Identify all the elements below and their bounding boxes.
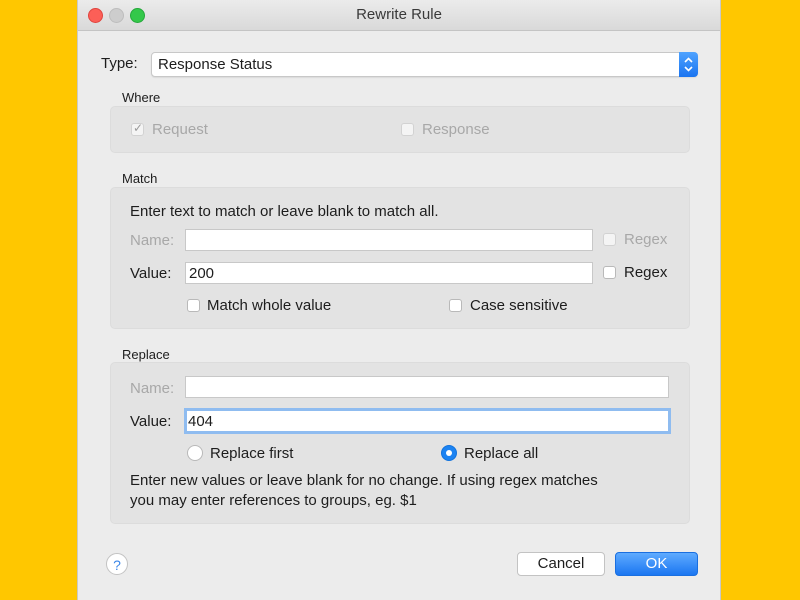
replace-section-title: Replace — [122, 347, 170, 362]
type-select-value: Response Status — [158, 56, 273, 73]
help-button[interactable]: ? — [106, 553, 128, 575]
cancel-button[interactable]: Cancel — [517, 552, 605, 576]
match-whole-value-label: Match whole value — [207, 297, 332, 314]
match-name-regex-label: Regex — [624, 231, 668, 248]
response-checkbox[interactable] — [401, 123, 414, 136]
match-section-title: Match — [122, 171, 158, 186]
replace-note-line2: you may enter references to groups, eg. … — [130, 492, 417, 509]
replace-first-radio[interactable] — [187, 445, 203, 461]
rewrite-rule-dialog: Rewrite Rule Type: Response Status Where… — [78, 0, 720, 600]
replace-value-label: Value: — [130, 413, 172, 430]
where-panel: ✓ Request Response — [110, 106, 690, 153]
type-select[interactable]: Response Status — [151, 52, 698, 77]
request-checkbox[interactable]: ✓ — [131, 121, 144, 136]
match-name-label: Name: — [130, 232, 175, 249]
request-label: Request — [152, 121, 208, 138]
match-name-input[interactable] — [185, 229, 593, 251]
response-label: Response — [422, 121, 490, 138]
replace-name-input[interactable] — [185, 376, 669, 398]
window-title: Rewrite Rule — [356, 6, 442, 23]
replace-panel: Name: Value: Replace first Replace all E… — [110, 362, 690, 524]
match-value-input[interactable] — [185, 262, 593, 284]
replace-value-input[interactable] — [184, 408, 671, 434]
match-value-regex-checkbox[interactable] — [603, 266, 616, 279]
match-whole-value-checkbox[interactable] — [187, 299, 200, 312]
ok-button[interactable]: OK — [615, 552, 698, 576]
select-stepper-icon — [679, 52, 698, 77]
case-sensitive-label: Case sensitive — [470, 297, 568, 314]
match-name-regex-checkbox[interactable] — [603, 233, 616, 246]
replace-first-label: Replace first — [210, 445, 294, 462]
replace-all-label: Replace all — [464, 445, 539, 462]
where-section-title: Where — [122, 90, 161, 105]
match-instructions: Enter text to match or leave blank to ma… — [130, 203, 439, 220]
match-value-label: Value: — [130, 265, 172, 282]
type-label: Type: — [101, 55, 138, 72]
match-panel: Enter text to match or leave blank to ma… — [110, 187, 690, 329]
match-value-regex-label: Regex — [624, 264, 668, 281]
replace-all-radio[interactable] — [441, 445, 457, 461]
replace-note-line1: Enter new values or leave blank for no c… — [130, 472, 598, 489]
replace-name-label: Name: — [130, 380, 175, 397]
title-bar: Rewrite Rule — [78, 0, 720, 31]
case-sensitive-checkbox[interactable] — [449, 299, 462, 312]
checkmark-icon: ✓ — [133, 121, 144, 135]
